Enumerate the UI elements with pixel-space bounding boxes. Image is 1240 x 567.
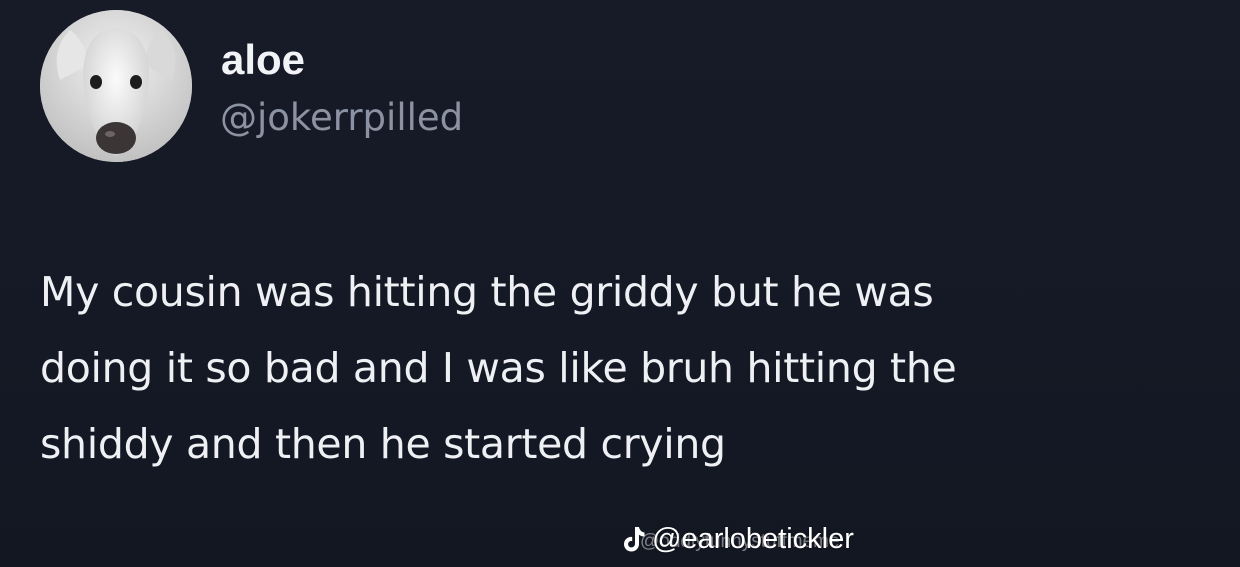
tweet-text-line: shiddy and then he started crying [40, 420, 726, 468]
tweet-card: aloe @jokerrpilled My cousin was hitting… [0, 0, 1240, 567]
profile-avatar[interactable] [40, 10, 192, 162]
watermark-text: @earlobetickler [652, 523, 854, 555]
tweet-text-line: doing it so bad and I was like bruh hitt… [40, 344, 957, 392]
watermark: @earlobetickler [622, 522, 854, 556]
dog-avatar-icon [40, 10, 192, 162]
user-handle[interactable]: @jokerrpilled [220, 92, 463, 144]
display-name[interactable]: aloe [221, 34, 305, 86]
tweet-text: My cousin was hitting the griddy but he … [40, 254, 1220, 482]
tiktok-icon [624, 527, 645, 552]
tweet-text-line: My cousin was hitting the griddy but he … [40, 268, 934, 316]
